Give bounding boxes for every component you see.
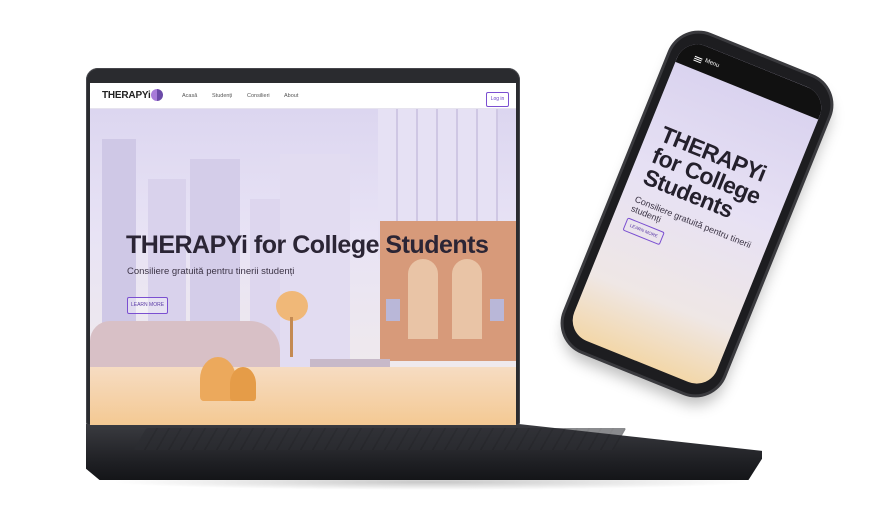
brand-name[interactable]: THERAPYi xyxy=(102,90,151,101)
nav-link-acasa[interactable]: Acasă xyxy=(182,93,197,99)
menu-icon[interactable] xyxy=(693,55,703,64)
phone-menu-label[interactable]: Menu xyxy=(704,58,720,69)
site-navbar: THERAPYi Acasă Studenți Consilieri About… xyxy=(90,83,516,109)
hero-subtitle: Consiliere gratuită pentru tinerii stude… xyxy=(127,266,295,277)
nav-link-consilieri[interactable]: Consilieri xyxy=(247,93,270,99)
hero-title: THERAPYi for College Students xyxy=(126,231,489,259)
brand-logo-icon xyxy=(151,89,163,101)
tree-trunk xyxy=(290,317,293,357)
shrub xyxy=(230,367,256,401)
bench xyxy=(310,359,390,367)
building-arch xyxy=(452,259,482,339)
laptop-keyboard xyxy=(133,428,627,450)
hero-section: THERAPYi for College Students Consiliere… xyxy=(90,109,516,425)
learn-more-button[interactable]: LEARN MORE xyxy=(127,297,168,314)
hedge xyxy=(90,321,280,369)
nav-link-about[interactable]: About xyxy=(284,93,298,99)
building-arch xyxy=(408,259,438,339)
nav-link-studenti[interactable]: Studenți xyxy=(212,93,232,99)
ground xyxy=(90,367,516,425)
building-window xyxy=(490,299,504,321)
login-button[interactable]: Log in xyxy=(486,92,509,107)
building-window xyxy=(386,299,400,321)
laptop-screen: THERAPYi Acasă Studenți Consilieri About… xyxy=(90,83,516,425)
